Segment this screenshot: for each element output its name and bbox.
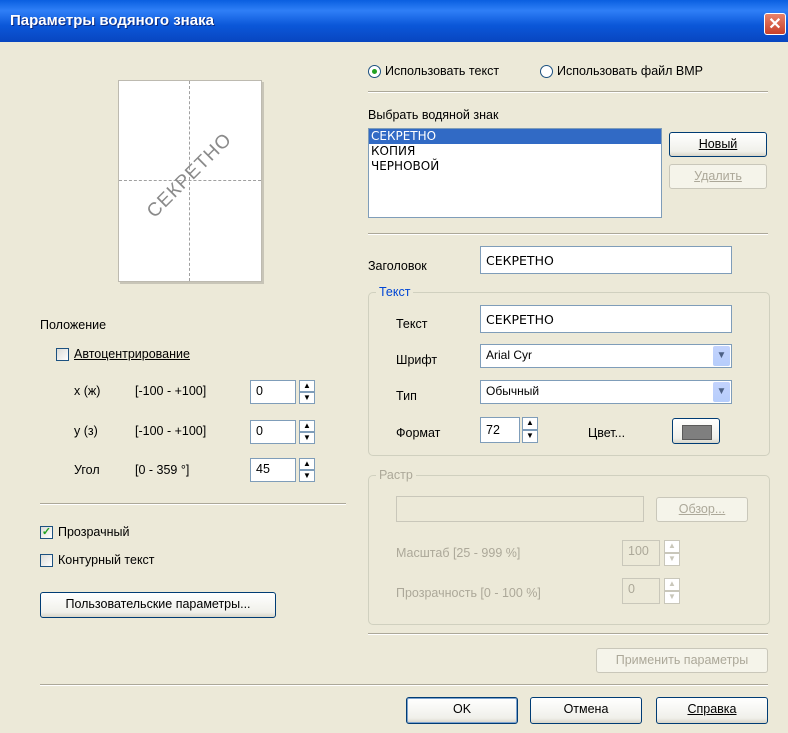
chevron-down-icon[interactable]: ▼ xyxy=(713,382,730,402)
right-top-separator xyxy=(368,91,768,93)
x-spinner[interactable]: ▲ ▼ xyxy=(299,380,315,404)
x-spin-down-icon[interactable]: ▼ xyxy=(299,392,315,404)
angle-spin-up-icon[interactable]: ▲ xyxy=(299,458,315,470)
chevron-down-icon[interactable]: ▼ xyxy=(713,346,730,366)
angle-input[interactable]: 45 xyxy=(250,458,296,482)
transparency-input[interactable]: 0 xyxy=(622,578,660,604)
list-item[interactable]: СЕКРЕТНО xyxy=(369,129,661,144)
transparent-checkbox[interactable]: ✓ xyxy=(40,526,53,539)
dialog-title: Параметры водяного знака xyxy=(10,12,214,29)
transparency-spin-down-icon[interactable]: ▼ xyxy=(664,591,680,604)
watermark-settings-dialog: Параметры водяного знака ✕ СЕКРЕТНО Поло… xyxy=(0,0,788,733)
color-button[interactable] xyxy=(672,418,720,444)
left-separator xyxy=(40,503,346,505)
x-label: x (ж) xyxy=(74,384,101,398)
text-group-title: Текст xyxy=(376,285,414,299)
delete-watermark-button[interactable]: Удалить xyxy=(669,164,767,189)
outline-text-label[interactable]: Контурный текст xyxy=(58,553,155,567)
bmp-path-input[interactable] xyxy=(396,496,644,522)
angle-range: [0 - 359 °] xyxy=(135,463,190,477)
size-spinner[interactable]: ▲ ▼ xyxy=(522,417,538,443)
watermark-preview: СЕКРЕТНО xyxy=(118,80,262,282)
use-bmp-label[interactable]: Использовать файл BMP xyxy=(557,64,703,78)
apply-settings-button[interactable]: Применить параметры xyxy=(596,648,768,673)
transparency-spin-up-icon[interactable]: ▲ xyxy=(664,578,680,591)
font-select[interactable]: Arial Cyr ▼ xyxy=(480,344,732,368)
list-item[interactable]: ЧЕРНОВОЙ xyxy=(369,159,661,174)
angle-spinner[interactable]: ▲ ▼ xyxy=(299,458,315,482)
cancel-button[interactable]: Отмена xyxy=(530,697,642,724)
angle-label: Угол xyxy=(74,463,100,477)
size-spin-up-icon[interactable]: ▲ xyxy=(522,417,538,430)
autocenter-label[interactable]: Автоцентрирование xyxy=(74,347,190,361)
style-label: Тип xyxy=(396,389,417,403)
y-spin-up-icon[interactable]: ▲ xyxy=(299,420,315,432)
style-select-value: Обычный xyxy=(486,384,540,398)
caption-input[interactable]: СЕКРЕТНО xyxy=(480,246,732,274)
y-spin-down-icon[interactable]: ▼ xyxy=(299,432,315,444)
footer-separator xyxy=(40,684,768,686)
position-heading: Положение xyxy=(40,318,107,332)
help-button[interactable]: Справка xyxy=(656,697,768,724)
watermark-list[interactable]: СЕКРЕТНО КОПИЯ ЧЕРНОВОЙ xyxy=(368,128,662,218)
style-select[interactable]: Обычный ▼ xyxy=(480,380,732,404)
size-label: Формат xyxy=(396,426,441,440)
right-bottom-separator xyxy=(368,633,768,635)
preview-watermark-text: СЕКРЕТНО xyxy=(142,129,237,223)
ok-button[interactable]: OK xyxy=(406,697,518,724)
y-label: y (з) xyxy=(74,424,98,438)
scale-input[interactable]: 100 xyxy=(622,540,660,566)
use-bmp-radio[interactable] xyxy=(540,65,553,78)
text-label: Текст xyxy=(396,317,428,331)
size-spin-down-icon[interactable]: ▼ xyxy=(522,430,538,443)
x-input[interactable]: 0 xyxy=(250,380,296,404)
list-item[interactable]: КОПИЯ xyxy=(369,144,661,159)
custom-settings-button[interactable]: Пользовательские параметры... xyxy=(40,592,276,618)
watermark-list-label: Выбрать водяной знак xyxy=(368,108,499,122)
transparency-label: Прозрачность [0 - 100 %] xyxy=(396,586,541,600)
y-input[interactable]: 0 xyxy=(250,420,296,444)
scale-label: Масштаб [25 - 999 %] xyxy=(396,546,521,560)
transparency-spinner[interactable]: ▲ ▼ xyxy=(664,578,680,604)
x-range: [-100 - +100] xyxy=(135,384,207,398)
autocenter-checkbox[interactable] xyxy=(56,348,69,361)
y-range: [-100 - +100] xyxy=(135,424,207,438)
text-input[interactable]: СЕКРЕТНО xyxy=(480,305,732,333)
use-text-radio[interactable] xyxy=(368,65,381,78)
outline-text-checkbox[interactable] xyxy=(40,554,53,567)
use-text-label[interactable]: Использовать текст xyxy=(385,64,499,78)
browse-button[interactable]: Обзор... xyxy=(656,497,748,522)
new-watermark-button[interactable]: Новый xyxy=(669,132,767,157)
scale-spinner[interactable]: ▲ ▼ xyxy=(664,540,680,566)
x-spin-up-icon[interactable]: ▲ xyxy=(299,380,315,392)
title-bar[interactable]: Параметры водяного знака ✕ xyxy=(0,0,788,42)
font-select-value: Arial Cyr xyxy=(486,348,533,362)
color-swatch xyxy=(682,425,712,440)
transparent-label[interactable]: Прозрачный xyxy=(58,525,130,539)
size-input[interactable]: 72 xyxy=(480,417,520,443)
font-label: Шрифт xyxy=(396,353,438,367)
close-button[interactable]: ✕ xyxy=(764,13,786,35)
y-spinner[interactable]: ▲ ▼ xyxy=(299,420,315,444)
caption-label: Заголовок xyxy=(368,259,427,273)
color-label[interactable]: Цвет... xyxy=(588,426,625,440)
scale-spin-up-icon[interactable]: ▲ xyxy=(664,540,680,553)
angle-spin-down-icon[interactable]: ▼ xyxy=(299,470,315,482)
scale-spin-down-icon[interactable]: ▼ xyxy=(664,553,680,566)
raster-group-title: Растр xyxy=(376,468,416,482)
right-mid-separator xyxy=(368,233,768,235)
